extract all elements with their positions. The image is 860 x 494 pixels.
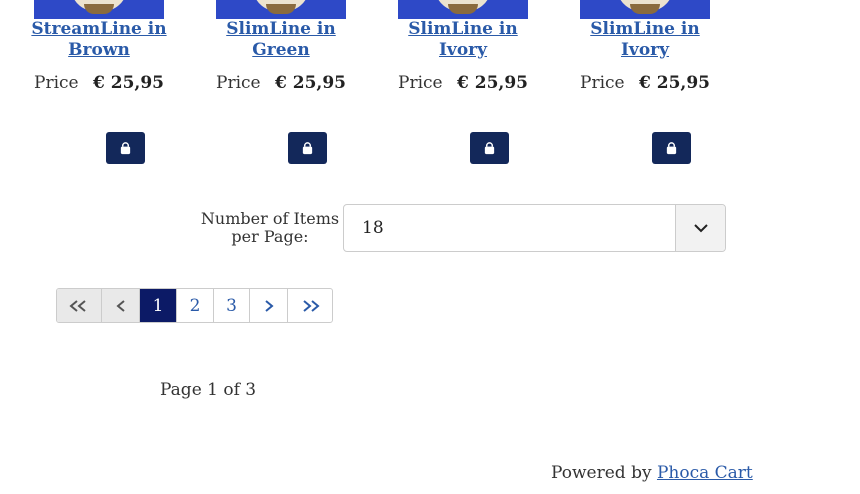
product-image[interactable]: [398, 0, 528, 19]
shopping-bag-icon: [120, 141, 131, 154]
double-chevron-right-icon: [303, 299, 320, 312]
double-chevron-left-icon: [69, 299, 86, 312]
next-page-button[interactable]: [250, 289, 288, 322]
pagination: 1 2 3: [56, 288, 333, 323]
add-to-cart-button[interactable]: [652, 132, 691, 164]
price-value: € 25,95: [639, 73, 710, 93]
select-dropdown-toggle[interactable]: [675, 205, 725, 251]
page-3-button[interactable]: 3: [214, 289, 250, 322]
price-label: Price: [34, 73, 79, 93]
product-title-link[interactable]: SlimLine in Ivory: [388, 19, 538, 61]
price-value: € 25,95: [457, 73, 528, 93]
first-page-button[interactable]: [57, 289, 102, 322]
page-1-button[interactable]: 1: [140, 289, 177, 322]
page-2-button[interactable]: 2: [177, 289, 214, 322]
shopping-bag-icon: [666, 141, 677, 154]
price-value: € 25,95: [93, 73, 164, 93]
page-counter: Page 1 of 3: [160, 380, 257, 400]
items-per-page-label: Number of Items per Page:: [200, 209, 340, 246]
product-image[interactable]: [34, 0, 164, 19]
shopping-bag-icon: [484, 141, 495, 154]
prev-page-button[interactable]: [102, 289, 140, 322]
product-title-link[interactable]: SlimLine in Green: [206, 19, 356, 61]
shopping-bag-icon: [302, 141, 313, 154]
phoca-cart-link[interactable]: Phoca Cart: [657, 463, 753, 483]
product-title-link[interactable]: SlimLine in Ivory: [570, 19, 720, 61]
items-per-page-value: 18: [362, 218, 384, 238]
powered-by-text: Powered by: [551, 463, 652, 483]
chevron-down-icon: [693, 224, 708, 233]
chevron-left-icon: [115, 299, 125, 312]
product-image[interactable]: [580, 0, 710, 19]
price-label: Price: [398, 73, 443, 93]
add-to-cart-button[interactable]: [470, 132, 509, 164]
chevron-right-icon: [264, 299, 274, 312]
add-to-cart-button[interactable]: [106, 132, 145, 164]
add-to-cart-button[interactable]: [288, 132, 327, 164]
product-image[interactable]: [216, 0, 346, 19]
items-per-page-select[interactable]: 18: [343, 204, 726, 252]
footer-credit: Powered by Phoca Cart: [551, 463, 753, 483]
price-value: € 25,95: [275, 73, 346, 93]
product-title-link[interactable]: StreamLine in Brown: [24, 19, 174, 61]
last-page-button[interactable]: [288, 289, 332, 322]
price-label: Price: [580, 73, 625, 93]
price-label: Price: [216, 73, 261, 93]
